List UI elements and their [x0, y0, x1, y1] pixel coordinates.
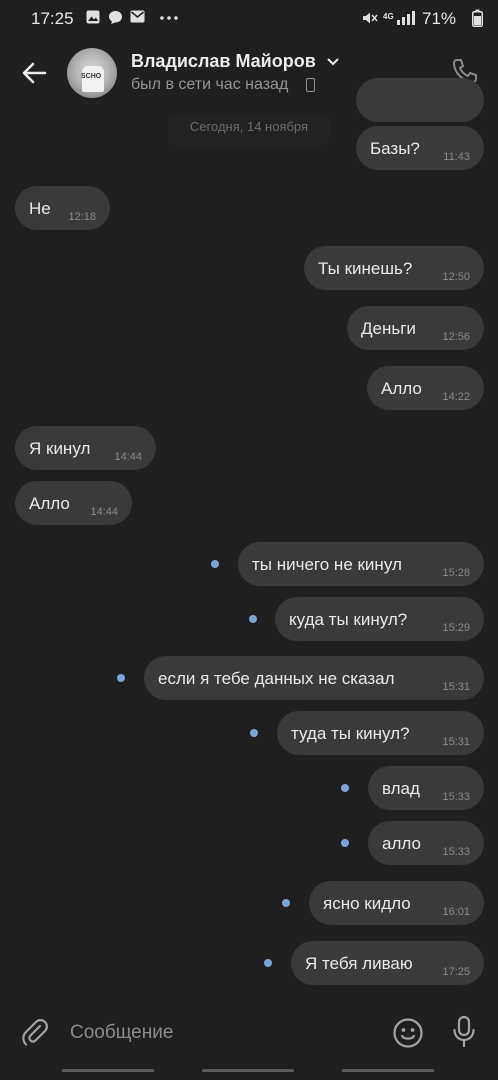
message-text: Деньги	[361, 319, 416, 338]
message-text: Алло	[29, 494, 70, 513]
emoji-icon[interactable]	[392, 1017, 424, 1049]
message-bubble[interactable]: Я кинул 14:44	[15, 426, 156, 470]
system-nav-bar	[0, 1064, 498, 1080]
message-input[interactable]: Сообщение	[70, 1022, 173, 1044]
message-text: Алло	[381, 379, 422, 398]
message-bubble[interactable]: Деньги 12:56	[347, 306, 484, 350]
message-bubble[interactable]: куда ты кинул? 15:29	[275, 597, 484, 641]
message-text: Ты кинешь?	[318, 259, 413, 278]
message-time: 15:31	[442, 681, 470, 693]
contact-status: был в сети час назад	[131, 76, 289, 93]
gallery-icon	[86, 10, 100, 24]
message-bubble[interactable]: Алло 14:22	[367, 366, 484, 410]
mobile-icon	[306, 78, 315, 92]
message-bubble[interactable]: алло 15:33	[368, 821, 484, 865]
chevron-down-icon[interactable]	[327, 58, 339, 66]
message-text: если я тебе данных не сказал	[158, 669, 395, 688]
message-bubble[interactable]: Не 12:18	[15, 186, 110, 230]
message-time: 12:18	[68, 211, 96, 223]
unread-dot	[249, 615, 257, 623]
battery-icon	[472, 9, 483, 27]
message-text: туда ты кинул?	[291, 724, 410, 743]
message-time: 12:50	[442, 271, 470, 283]
message-time: 14:22	[442, 391, 470, 403]
message-text: Базы?	[370, 139, 420, 158]
message-bubble[interactable]: ясно кидло 16:01	[309, 881, 484, 925]
message-time: 14:44	[90, 506, 118, 518]
message-bubble[interactable]: Ты кинешь? 12:50	[304, 246, 484, 290]
message-bubble-partial	[356, 78, 484, 122]
unread-dot	[117, 674, 125, 682]
back-arrow-icon[interactable]	[20, 58, 50, 88]
message-bubble[interactable]: Алло 14:44	[15, 481, 132, 525]
nav-indicator[interactable]	[62, 1069, 154, 1072]
message-text: Не	[29, 199, 51, 218]
message-time: 17:25	[442, 966, 470, 978]
message-text: ты ничего не кинул	[252, 555, 402, 574]
composer: Сообщение	[0, 1002, 498, 1064]
status-bar: 17:25 4G 71%	[0, 0, 498, 38]
unread-dot	[211, 560, 219, 568]
mail-icon	[130, 10, 145, 23]
unread-dot	[250, 729, 258, 737]
message-text: Я тебя ливаю	[305, 954, 413, 973]
message-bubble[interactable]: туда ты кинул? 15:31	[277, 711, 484, 755]
mute-icon	[363, 12, 378, 24]
date-chip: Сегодня, 14 ноября	[168, 114, 330, 146]
message-text: ясно кидло	[323, 894, 411, 913]
message-time: 15:31	[442, 736, 470, 748]
unread-dot	[282, 899, 290, 907]
message-bubble[interactable]: если я тебе данных не сказал 15:31	[144, 656, 484, 700]
message-time: 12:56	[442, 331, 470, 343]
nav-indicator[interactable]	[342, 1069, 434, 1072]
message-time: 15:33	[442, 791, 470, 803]
message-bubble[interactable]: влад 15:33	[368, 766, 484, 810]
network-label: 4G	[383, 12, 394, 21]
message-time: 11:43	[443, 151, 470, 163]
battery-percent: 71%	[422, 9, 457, 28]
signal-icon	[397, 11, 415, 25]
message-bubble[interactable]: Я тебя ливаю 17:25	[291, 941, 484, 985]
attach-icon[interactable]	[22, 1018, 50, 1048]
message-time: 15:33	[442, 846, 470, 858]
message-bubble[interactable]: Базы? 11:43	[356, 126, 484, 170]
message-text: алло	[382, 834, 421, 853]
message-text: куда ты кинул?	[289, 610, 408, 629]
chat-icon	[109, 11, 122, 24]
message-time: 15:28	[442, 567, 470, 579]
message-time: 15:29	[442, 622, 470, 634]
more-icon	[160, 16, 178, 20]
message-list[interactable]: Сегодня, 14 ноября Базы? 11:43 Не 12:18 …	[0, 78, 498, 1002]
message-text: Я кинул	[29, 439, 91, 458]
unread-dot	[341, 784, 349, 792]
message-bubble[interactable]: ты ничего не кинул 15:28	[238, 542, 484, 586]
message-time: 16:01	[442, 906, 470, 918]
message-text: влад	[382, 779, 420, 798]
nav-indicator[interactable]	[202, 1069, 294, 1072]
contact-name[interactable]: Владислав Майоров	[131, 51, 316, 72]
avatar[interactable]: SCHO	[67, 48, 117, 98]
microphone-icon[interactable]	[451, 1015, 477, 1049]
status-time: 17:25	[31, 9, 74, 28]
unread-dot	[341, 839, 349, 847]
unread-dot	[264, 959, 272, 967]
message-time: 14:44	[114, 451, 142, 463]
